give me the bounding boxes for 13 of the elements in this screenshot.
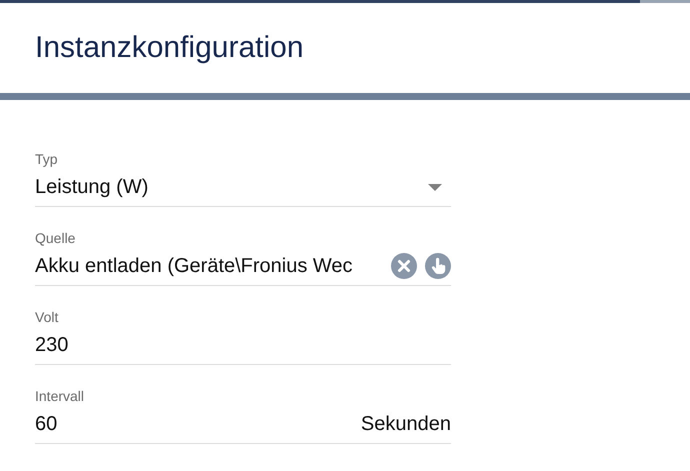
unit-label: Sekunden <box>360 412 451 436</box>
field-label: Typ <box>35 150 59 168</box>
clear-icon[interactable] <box>391 253 417 279</box>
caret-icon <box>428 184 442 190</box>
field-label: Intervall <box>35 387 86 405</box>
interval-field[interactable]: 60 Sekunden <box>35 405 451 444</box>
source-field[interactable]: Akku entladen (Geräte\Fronius Wec <box>35 247 451 286</box>
field-label: Quelle <box>35 229 76 247</box>
field-label: Volt <box>35 308 60 326</box>
text-field[interactable]: 230 <box>35 326 451 365</box>
pointer-hand-icon[interactable] <box>425 253 451 279</box>
dialog-title: Instanzkonfiguration <box>35 31 304 65</box>
dropdown-field[interactable]: Leistung (W) <box>35 168 451 207</box>
